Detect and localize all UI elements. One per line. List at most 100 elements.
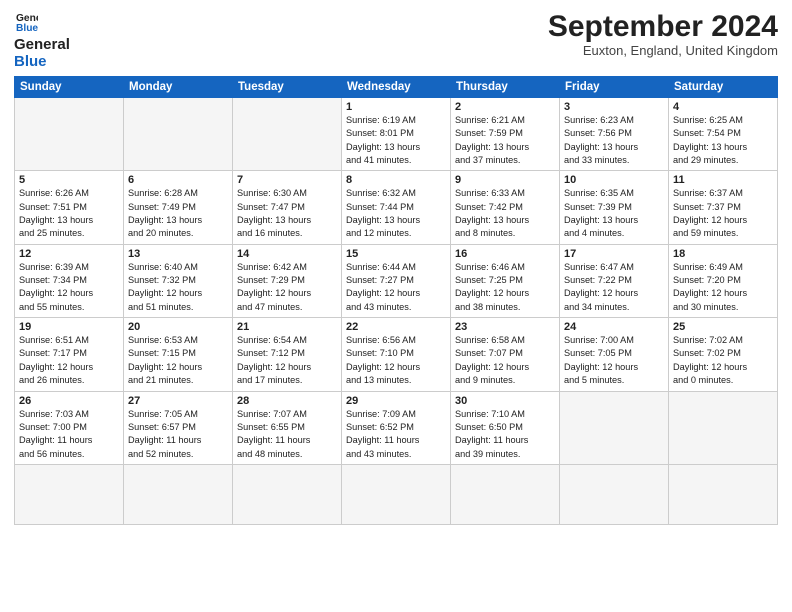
calendar-title: September 2024 [548,10,778,43]
col-tuesday: Tuesday [233,77,342,98]
day-info: Sunrise: 6:19 AM Sunset: 8:01 PM Dayligh… [346,114,446,167]
calendar-cell [560,391,669,464]
page: General Blue General Blue September 2024… [0,0,792,612]
calendar-cell: 10Sunrise: 6:35 AM Sunset: 7:39 PM Dayli… [560,171,669,244]
calendar-table: Sunday Monday Tuesday Wednesday Thursday… [14,76,778,525]
calendar-subtitle: Euxton, England, United Kingdom [548,43,778,58]
calendar-cell: 16Sunrise: 6:46 AM Sunset: 7:25 PM Dayli… [451,244,560,317]
calendar-cell: 25Sunrise: 7:02 AM Sunset: 7:02 PM Dayli… [669,318,778,391]
day-info: Sunrise: 6:35 AM Sunset: 7:39 PM Dayligh… [564,187,664,240]
col-thursday: Thursday [451,77,560,98]
calendar-cell: 11Sunrise: 6:37 AM Sunset: 7:37 PM Dayli… [669,171,778,244]
day-number: 13 [128,248,228,260]
day-number: 28 [237,395,337,407]
day-number: 15 [346,248,446,260]
day-info: Sunrise: 6:54 AM Sunset: 7:12 PM Dayligh… [237,334,337,387]
calendar-cell: 22Sunrise: 6:56 AM Sunset: 7:10 PM Dayli… [342,318,451,391]
calendar-cell [669,464,778,524]
day-number: 17 [564,248,664,260]
day-number: 4 [673,101,773,113]
day-number: 22 [346,321,446,333]
calendar-cell [451,464,560,524]
day-info: Sunrise: 7:09 AM Sunset: 6:52 PM Dayligh… [346,408,446,461]
day-info: Sunrise: 7:02 AM Sunset: 7:02 PM Dayligh… [673,334,773,387]
calendar-cell: 12Sunrise: 6:39 AM Sunset: 7:34 PM Dayli… [15,244,124,317]
calendar-cell: 19Sunrise: 6:51 AM Sunset: 7:17 PM Dayli… [15,318,124,391]
logo-blue: Blue [14,54,70,71]
calendar-cell: 17Sunrise: 6:47 AM Sunset: 7:22 PM Dayli… [560,244,669,317]
calendar-row: 1Sunrise: 6:19 AM Sunset: 8:01 PM Daylig… [15,98,778,171]
calendar-body: 1Sunrise: 6:19 AM Sunset: 8:01 PM Daylig… [15,98,778,525]
svg-text:General: General [16,13,38,24]
day-info: Sunrise: 6:49 AM Sunset: 7:20 PM Dayligh… [673,261,773,314]
calendar-row [15,464,778,524]
day-number: 5 [19,174,119,186]
title-block: September 2024 Euxton, England, United K… [548,10,778,58]
col-friday: Friday [560,77,669,98]
day-info: Sunrise: 6:46 AM Sunset: 7:25 PM Dayligh… [455,261,555,314]
day-info: Sunrise: 6:53 AM Sunset: 7:15 PM Dayligh… [128,334,228,387]
day-info: Sunrise: 6:51 AM Sunset: 7:17 PM Dayligh… [19,334,119,387]
day-info: Sunrise: 6:37 AM Sunset: 7:37 PM Dayligh… [673,187,773,240]
day-info: Sunrise: 6:44 AM Sunset: 7:27 PM Dayligh… [346,261,446,314]
calendar-row: 19Sunrise: 6:51 AM Sunset: 7:17 PM Dayli… [15,318,778,391]
col-sunday: Sunday [15,77,124,98]
day-number: 9 [455,174,555,186]
calendar-cell [15,464,124,524]
day-number: 18 [673,248,773,260]
day-number: 14 [237,248,337,260]
day-info: Sunrise: 6:30 AM Sunset: 7:47 PM Dayligh… [237,187,337,240]
col-saturday: Saturday [669,77,778,98]
day-info: Sunrise: 6:47 AM Sunset: 7:22 PM Dayligh… [564,261,664,314]
calendar-cell [233,464,342,524]
calendar-cell: 24Sunrise: 7:00 AM Sunset: 7:05 PM Dayli… [560,318,669,391]
calendar-cell: 8Sunrise: 6:32 AM Sunset: 7:44 PM Daylig… [342,171,451,244]
day-info: Sunrise: 7:10 AM Sunset: 6:50 PM Dayligh… [455,408,555,461]
svg-text:Blue: Blue [16,23,38,32]
day-info: Sunrise: 6:42 AM Sunset: 7:29 PM Dayligh… [237,261,337,314]
day-number: 16 [455,248,555,260]
weekday-header-row: Sunday Monday Tuesday Wednesday Thursday… [15,77,778,98]
calendar-cell: 18Sunrise: 6:49 AM Sunset: 7:20 PM Dayli… [669,244,778,317]
day-number: 24 [564,321,664,333]
day-number: 2 [455,101,555,113]
day-info: Sunrise: 6:28 AM Sunset: 7:49 PM Dayligh… [128,187,228,240]
day-info: Sunrise: 6:25 AM Sunset: 7:54 PM Dayligh… [673,114,773,167]
calendar-cell: 28Sunrise: 7:07 AM Sunset: 6:55 PM Dayli… [233,391,342,464]
calendar-cell: 15Sunrise: 6:44 AM Sunset: 7:27 PM Dayli… [342,244,451,317]
day-info: Sunrise: 6:23 AM Sunset: 7:56 PM Dayligh… [564,114,664,167]
calendar-cell: 1Sunrise: 6:19 AM Sunset: 8:01 PM Daylig… [342,98,451,171]
day-info: Sunrise: 7:00 AM Sunset: 7:05 PM Dayligh… [564,334,664,387]
day-number: 11 [673,174,773,186]
calendar-cell: 21Sunrise: 6:54 AM Sunset: 7:12 PM Dayli… [233,318,342,391]
day-info: Sunrise: 6:39 AM Sunset: 7:34 PM Dayligh… [19,261,119,314]
day-number: 20 [128,321,228,333]
day-info: Sunrise: 7:03 AM Sunset: 7:00 PM Dayligh… [19,408,119,461]
calendar-cell: 26Sunrise: 7:03 AM Sunset: 7:00 PM Dayli… [15,391,124,464]
calendar-cell [342,464,451,524]
day-info: Sunrise: 6:26 AM Sunset: 7:51 PM Dayligh… [19,187,119,240]
day-number: 8 [346,174,446,186]
logo-icon: General Blue [16,10,38,32]
calendar-cell: 13Sunrise: 6:40 AM Sunset: 7:32 PM Dayli… [124,244,233,317]
calendar-row: 5Sunrise: 6:26 AM Sunset: 7:51 PM Daylig… [15,171,778,244]
day-info: Sunrise: 6:40 AM Sunset: 7:32 PM Dayligh… [128,261,228,314]
calendar-cell [233,98,342,171]
day-number: 26 [19,395,119,407]
day-number: 30 [455,395,555,407]
calendar-cell [124,464,233,524]
calendar-cell: 27Sunrise: 7:05 AM Sunset: 6:57 PM Dayli… [124,391,233,464]
day-info: Sunrise: 7:07 AM Sunset: 6:55 PM Dayligh… [237,408,337,461]
day-number: 29 [346,395,446,407]
calendar-cell: 3Sunrise: 6:23 AM Sunset: 7:56 PM Daylig… [560,98,669,171]
calendar-row: 26Sunrise: 7:03 AM Sunset: 7:00 PM Dayli… [15,391,778,464]
calendar-cell: 14Sunrise: 6:42 AM Sunset: 7:29 PM Dayli… [233,244,342,317]
day-number: 10 [564,174,664,186]
logo-general: General [14,37,70,54]
calendar-cell: 5Sunrise: 6:26 AM Sunset: 7:51 PM Daylig… [15,171,124,244]
header: General Blue General Blue September 2024… [14,10,778,70]
day-number: 1 [346,101,446,113]
day-info: Sunrise: 6:58 AM Sunset: 7:07 PM Dayligh… [455,334,555,387]
day-number: 21 [237,321,337,333]
calendar-cell: 29Sunrise: 7:09 AM Sunset: 6:52 PM Dayli… [342,391,451,464]
